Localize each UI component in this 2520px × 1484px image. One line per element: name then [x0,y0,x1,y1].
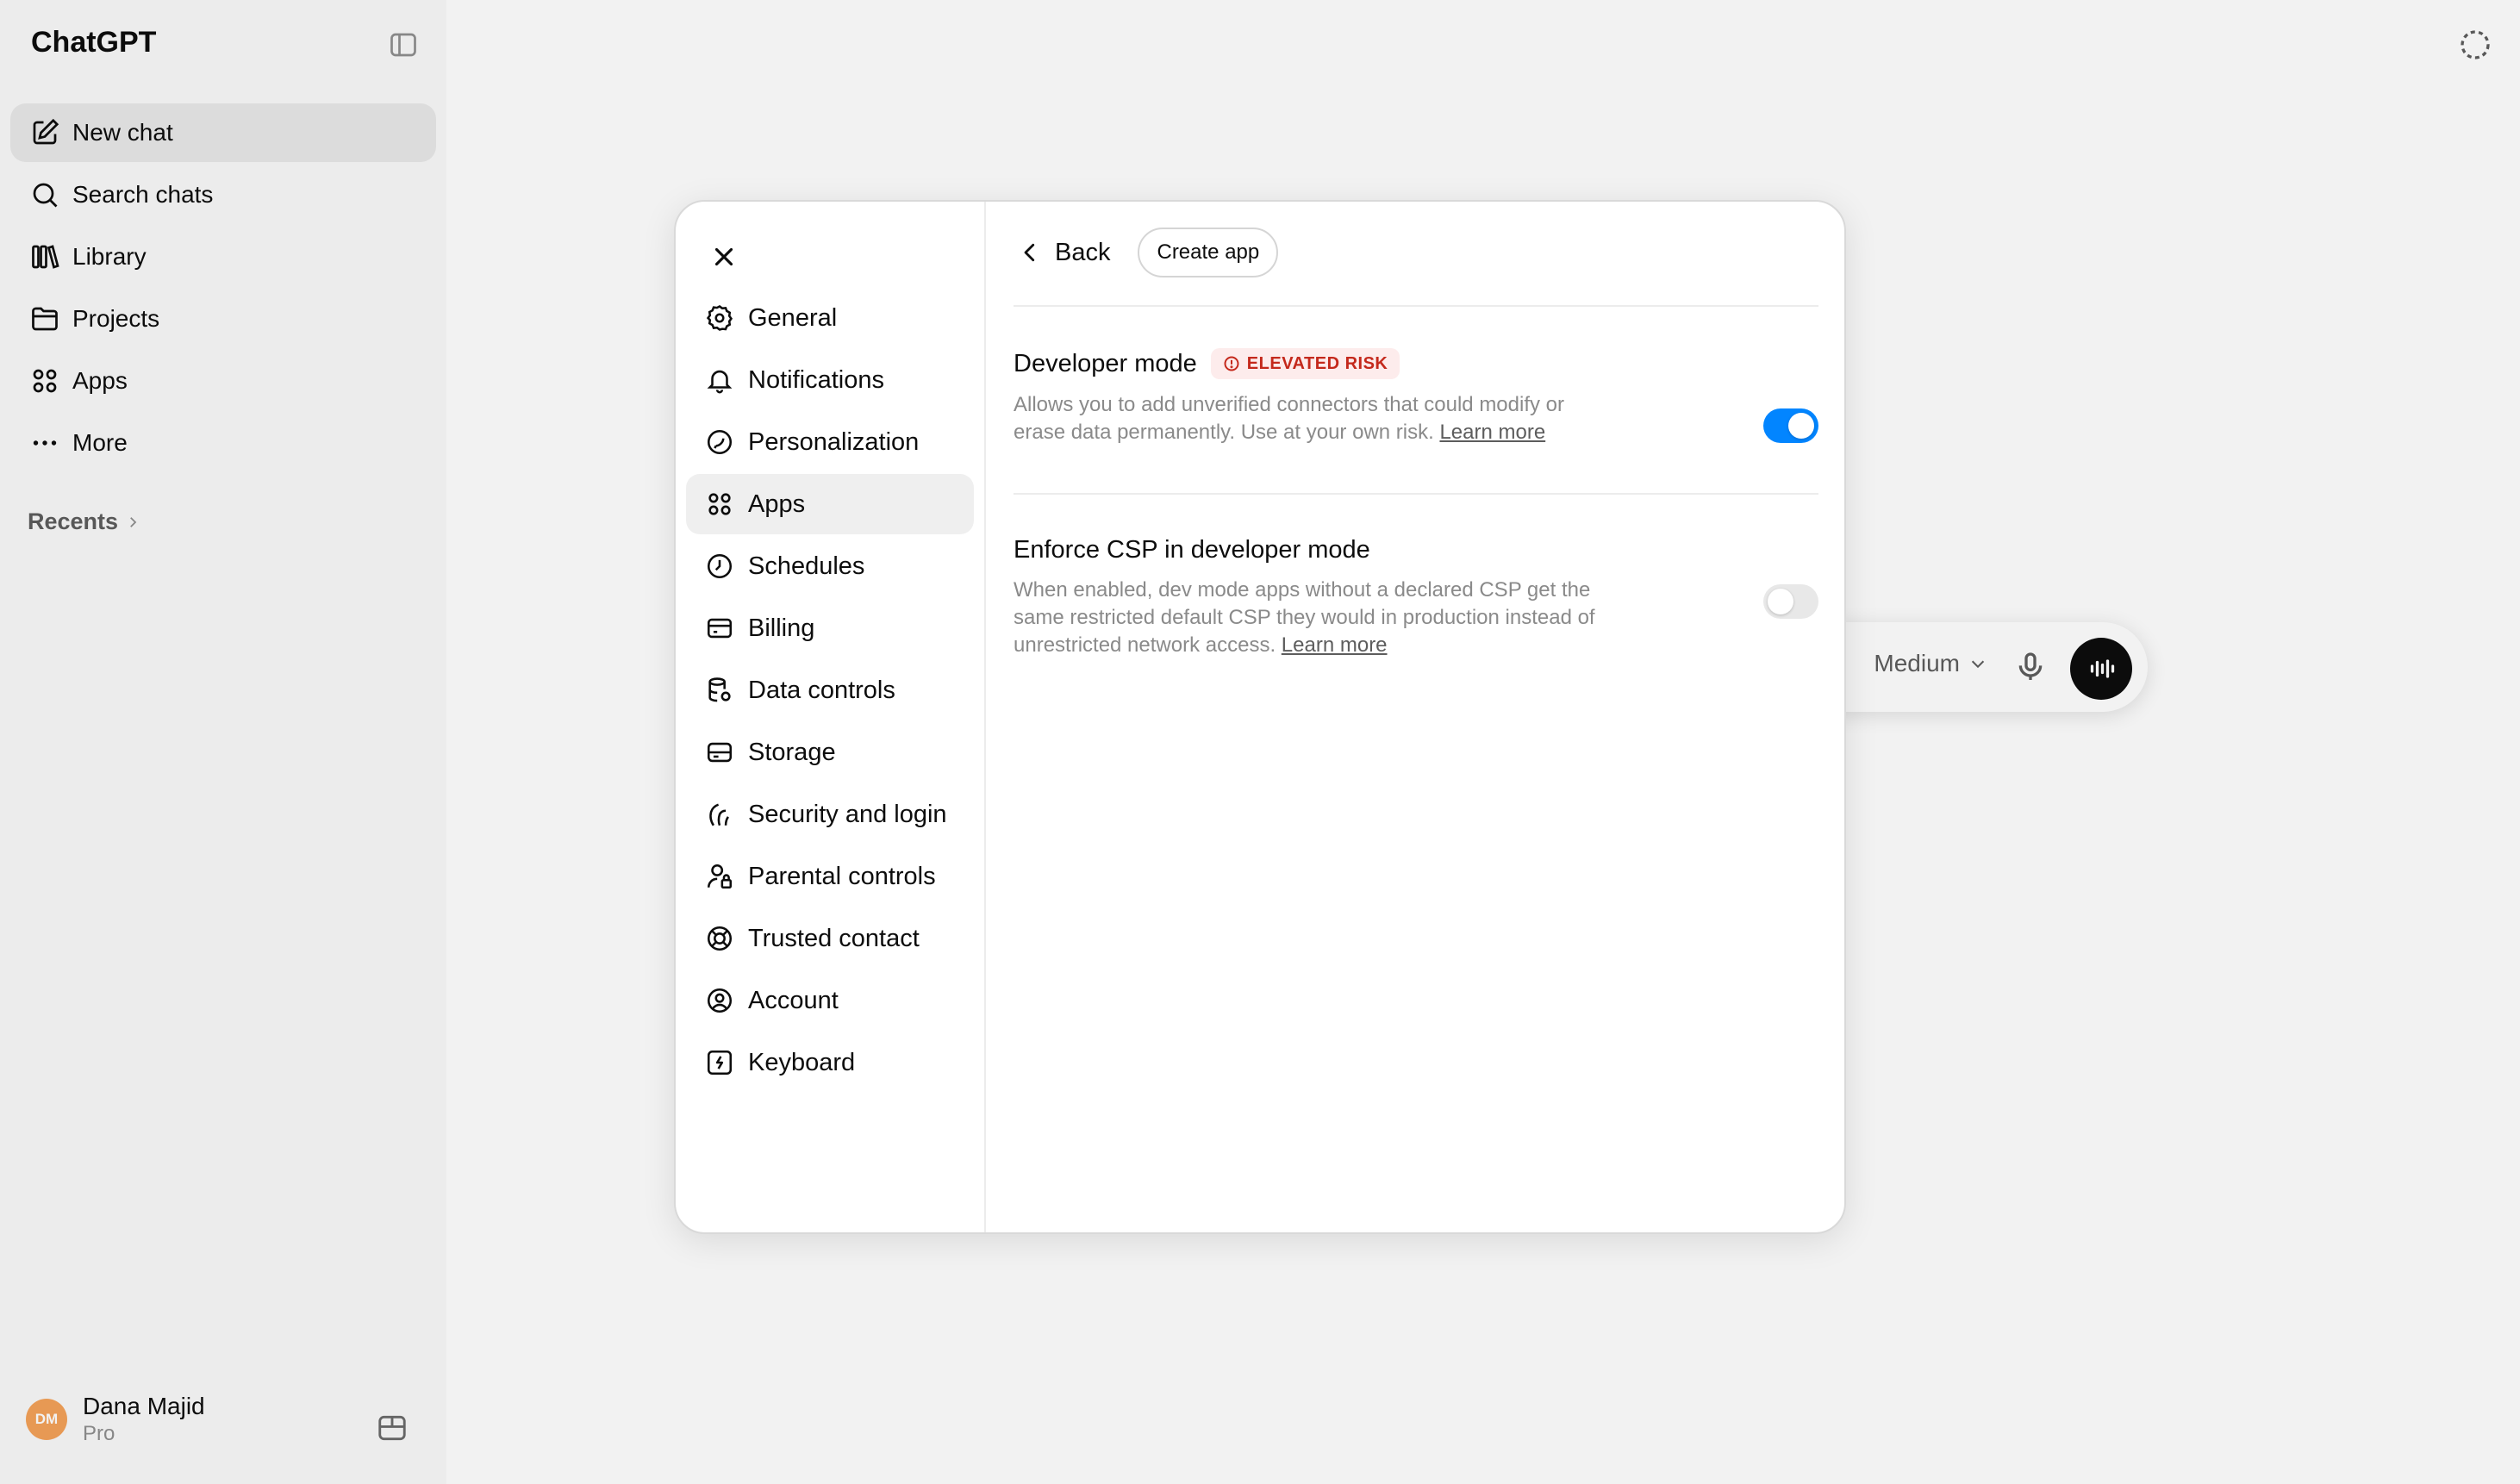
gear-icon [705,303,734,333]
back-button[interactable]: Back [1014,228,1120,277]
settings-nav-label: Trusted contact [748,924,920,952]
toggle-knob [1788,413,1814,439]
account-icon [705,986,734,1015]
setting-description: When enabled, dev mode apps without a de… [1014,577,1617,659]
settings-nav-label: Parental controls [748,862,936,890]
bell-icon [705,365,734,395]
settings-nav-trusted-contact[interactable]: Trusted contact [686,908,974,969]
settings-nav-storage[interactable]: Storage [686,722,974,783]
storage-icon [705,738,734,767]
divider [1014,305,1818,307]
settings-nav-label: Account [748,986,839,1014]
divider [1014,493,1818,495]
settings-nav-label: Apps [748,489,806,518]
settings-nav-label: Data controls [748,676,895,704]
settings-nav-schedules[interactable]: Schedules [686,536,974,596]
settings-nav-security[interactable]: Security and login [686,784,974,845]
toggle-knob [1768,589,1793,614]
settings-nav-apps[interactable]: Apps [686,474,974,534]
settings-nav-keyboard[interactable]: Keyboard [686,1032,974,1093]
settings-nav: General Notifications Personalization Ap… [676,202,986,1232]
chevron-left-icon [1017,240,1043,265]
settings-nav-general[interactable]: General [686,288,974,348]
card-icon [705,614,734,643]
settings-nav-label: Security and login [748,800,947,828]
settings-modal: General Notifications Personalization Ap… [674,200,1846,1234]
settings-nav-label: Personalization [748,427,920,456]
content-header: Back Create app [1014,228,1279,277]
settings-nav-account[interactable]: Account [686,970,974,1031]
enforce-csp-toggle[interactable] [1763,584,1818,619]
parental-icon [705,862,734,891]
settings-nav-label: Notifications [748,365,884,394]
alert-icon [1223,355,1240,372]
settings-nav-personalization[interactable]: Personalization [686,412,974,472]
create-app-button[interactable]: Create app [1138,228,1279,277]
personalization-icon [705,427,734,457]
learn-more-link[interactable]: Learn more [1439,421,1545,444]
close-button[interactable] [703,236,745,277]
apps-icon [705,489,734,519]
developer-mode-setting: Developer mode ELEVATED RISK Allows you … [1014,348,1818,446]
learn-more-link[interactable]: Learn more [1282,633,1388,657]
security-icon [705,800,734,829]
settings-nav-parental[interactable]: Parental controls [686,846,974,907]
setting-title: Enforce CSP in developer mode [1014,536,1370,564]
enforce-csp-setting: Enforce CSP in developer mode When enabl… [1014,536,1818,659]
clock-icon [705,552,734,581]
lifebuoy-icon [705,924,734,953]
settings-nav-label: Storage [748,738,836,766]
close-icon [709,242,739,271]
back-label: Back [1055,238,1111,266]
settings-nav-data-controls[interactable]: Data controls [686,660,974,720]
settings-nav-list: General Notifications Personalization Ap… [686,288,974,1094]
elevated-risk-badge: ELEVATED RISK [1210,348,1400,379]
badge-label: ELEVATED RISK [1246,353,1388,373]
settings-nav-label: Keyboard [748,1048,856,1076]
settings-nav-label: Billing [748,614,815,642]
setting-description: Allows you to add unverified connectors … [1014,391,1617,446]
settings-nav-billing[interactable]: Billing [686,598,974,658]
settings-nav-notifications[interactable]: Notifications [686,350,974,410]
database-icon [705,676,734,705]
setting-title: Developer mode [1014,349,1197,377]
keyboard-icon [705,1048,734,1077]
developer-mode-toggle[interactable] [1763,408,1818,443]
settings-content: Back Create app Developer mode ELEVATED … [986,202,1844,1232]
settings-nav-label: Schedules [748,552,865,580]
settings-nav-label: General [748,303,838,332]
